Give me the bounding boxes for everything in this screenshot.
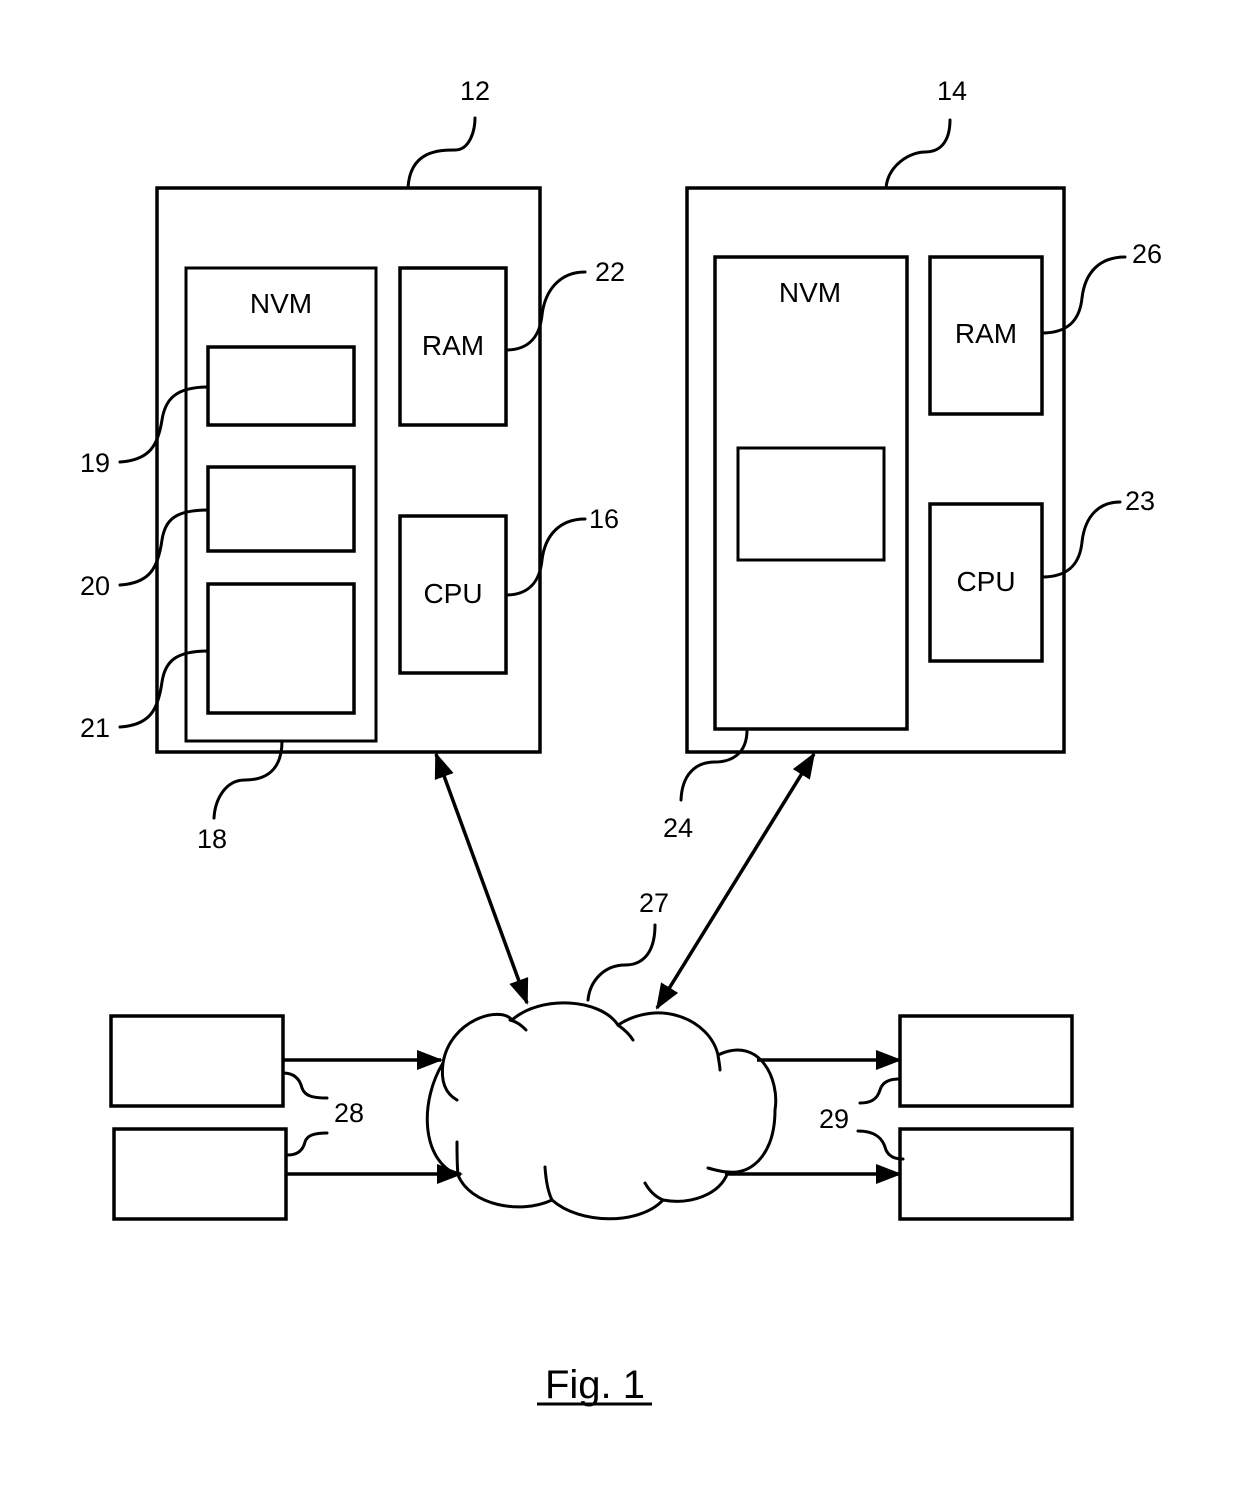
ram-right-ref: 26 xyxy=(1132,239,1162,269)
patent-figure: 12 NVM 18 19 20 21 RAM 22 CPU 16 14 NVM … xyxy=(80,76,1162,1407)
cloud-arc xyxy=(455,1140,460,1177)
nvm-right-ref: 24 xyxy=(663,813,693,843)
device-right-ref: 14 xyxy=(937,76,967,106)
device-left-ref: 12 xyxy=(460,76,490,106)
block-19-ref: 19 xyxy=(80,448,110,478)
cpu-right-label: CPU xyxy=(956,566,1015,597)
sinks-ref: 29 xyxy=(819,1104,849,1134)
source-box-1 xyxy=(109,1014,285,1108)
nvm-right-label: NVM xyxy=(779,277,841,308)
nvm-right-block xyxy=(736,446,886,562)
nvm-block-21 xyxy=(206,582,356,715)
cpu-left-label: CPU xyxy=(423,578,482,609)
block-21-ref: 21 xyxy=(80,713,110,743)
ram-left-label: RAM xyxy=(422,330,484,361)
nvm-block-20 xyxy=(206,465,356,553)
sink-box-2 xyxy=(898,1127,1074,1221)
sink-box-1 xyxy=(898,1014,1074,1108)
network-ref: 27 xyxy=(639,888,669,918)
nvm-left-ref: 18 xyxy=(197,824,227,854)
source-2-leader xyxy=(286,1131,329,1157)
network-leader xyxy=(586,923,657,1002)
source-1-leader xyxy=(281,1071,329,1100)
figure-caption: Fig. 1 xyxy=(545,1363,645,1407)
sinks: 29 xyxy=(725,1014,1074,1221)
nvm-left-label: NVM xyxy=(250,288,312,319)
link-device-left-network xyxy=(434,752,529,1005)
ram-right-label: RAM xyxy=(955,318,1017,349)
cpu-left-ref: 16 xyxy=(589,504,619,534)
source-box-2 xyxy=(112,1127,288,1221)
ram-left-ref: 22 xyxy=(595,257,625,287)
network-cloud: 27 xyxy=(425,888,778,1221)
nvm-block-19 xyxy=(206,345,356,427)
sources-ref: 28 xyxy=(334,1098,364,1128)
sink-1-leader xyxy=(858,1077,901,1105)
sources: 28 xyxy=(109,1014,463,1221)
device-right-leader xyxy=(884,118,952,190)
device-left: 12 NVM 18 19 20 21 RAM 22 CPU 16 xyxy=(80,76,625,854)
device-left-leader xyxy=(406,116,477,190)
device-right: 14 NVM 24 RAM 26 CPU 23 xyxy=(663,76,1162,843)
block-20-ref: 20 xyxy=(80,571,110,601)
cloud-outline xyxy=(425,1001,778,1221)
cpu-right-ref: 23 xyxy=(1125,486,1155,516)
sink-2-leader xyxy=(856,1129,905,1161)
